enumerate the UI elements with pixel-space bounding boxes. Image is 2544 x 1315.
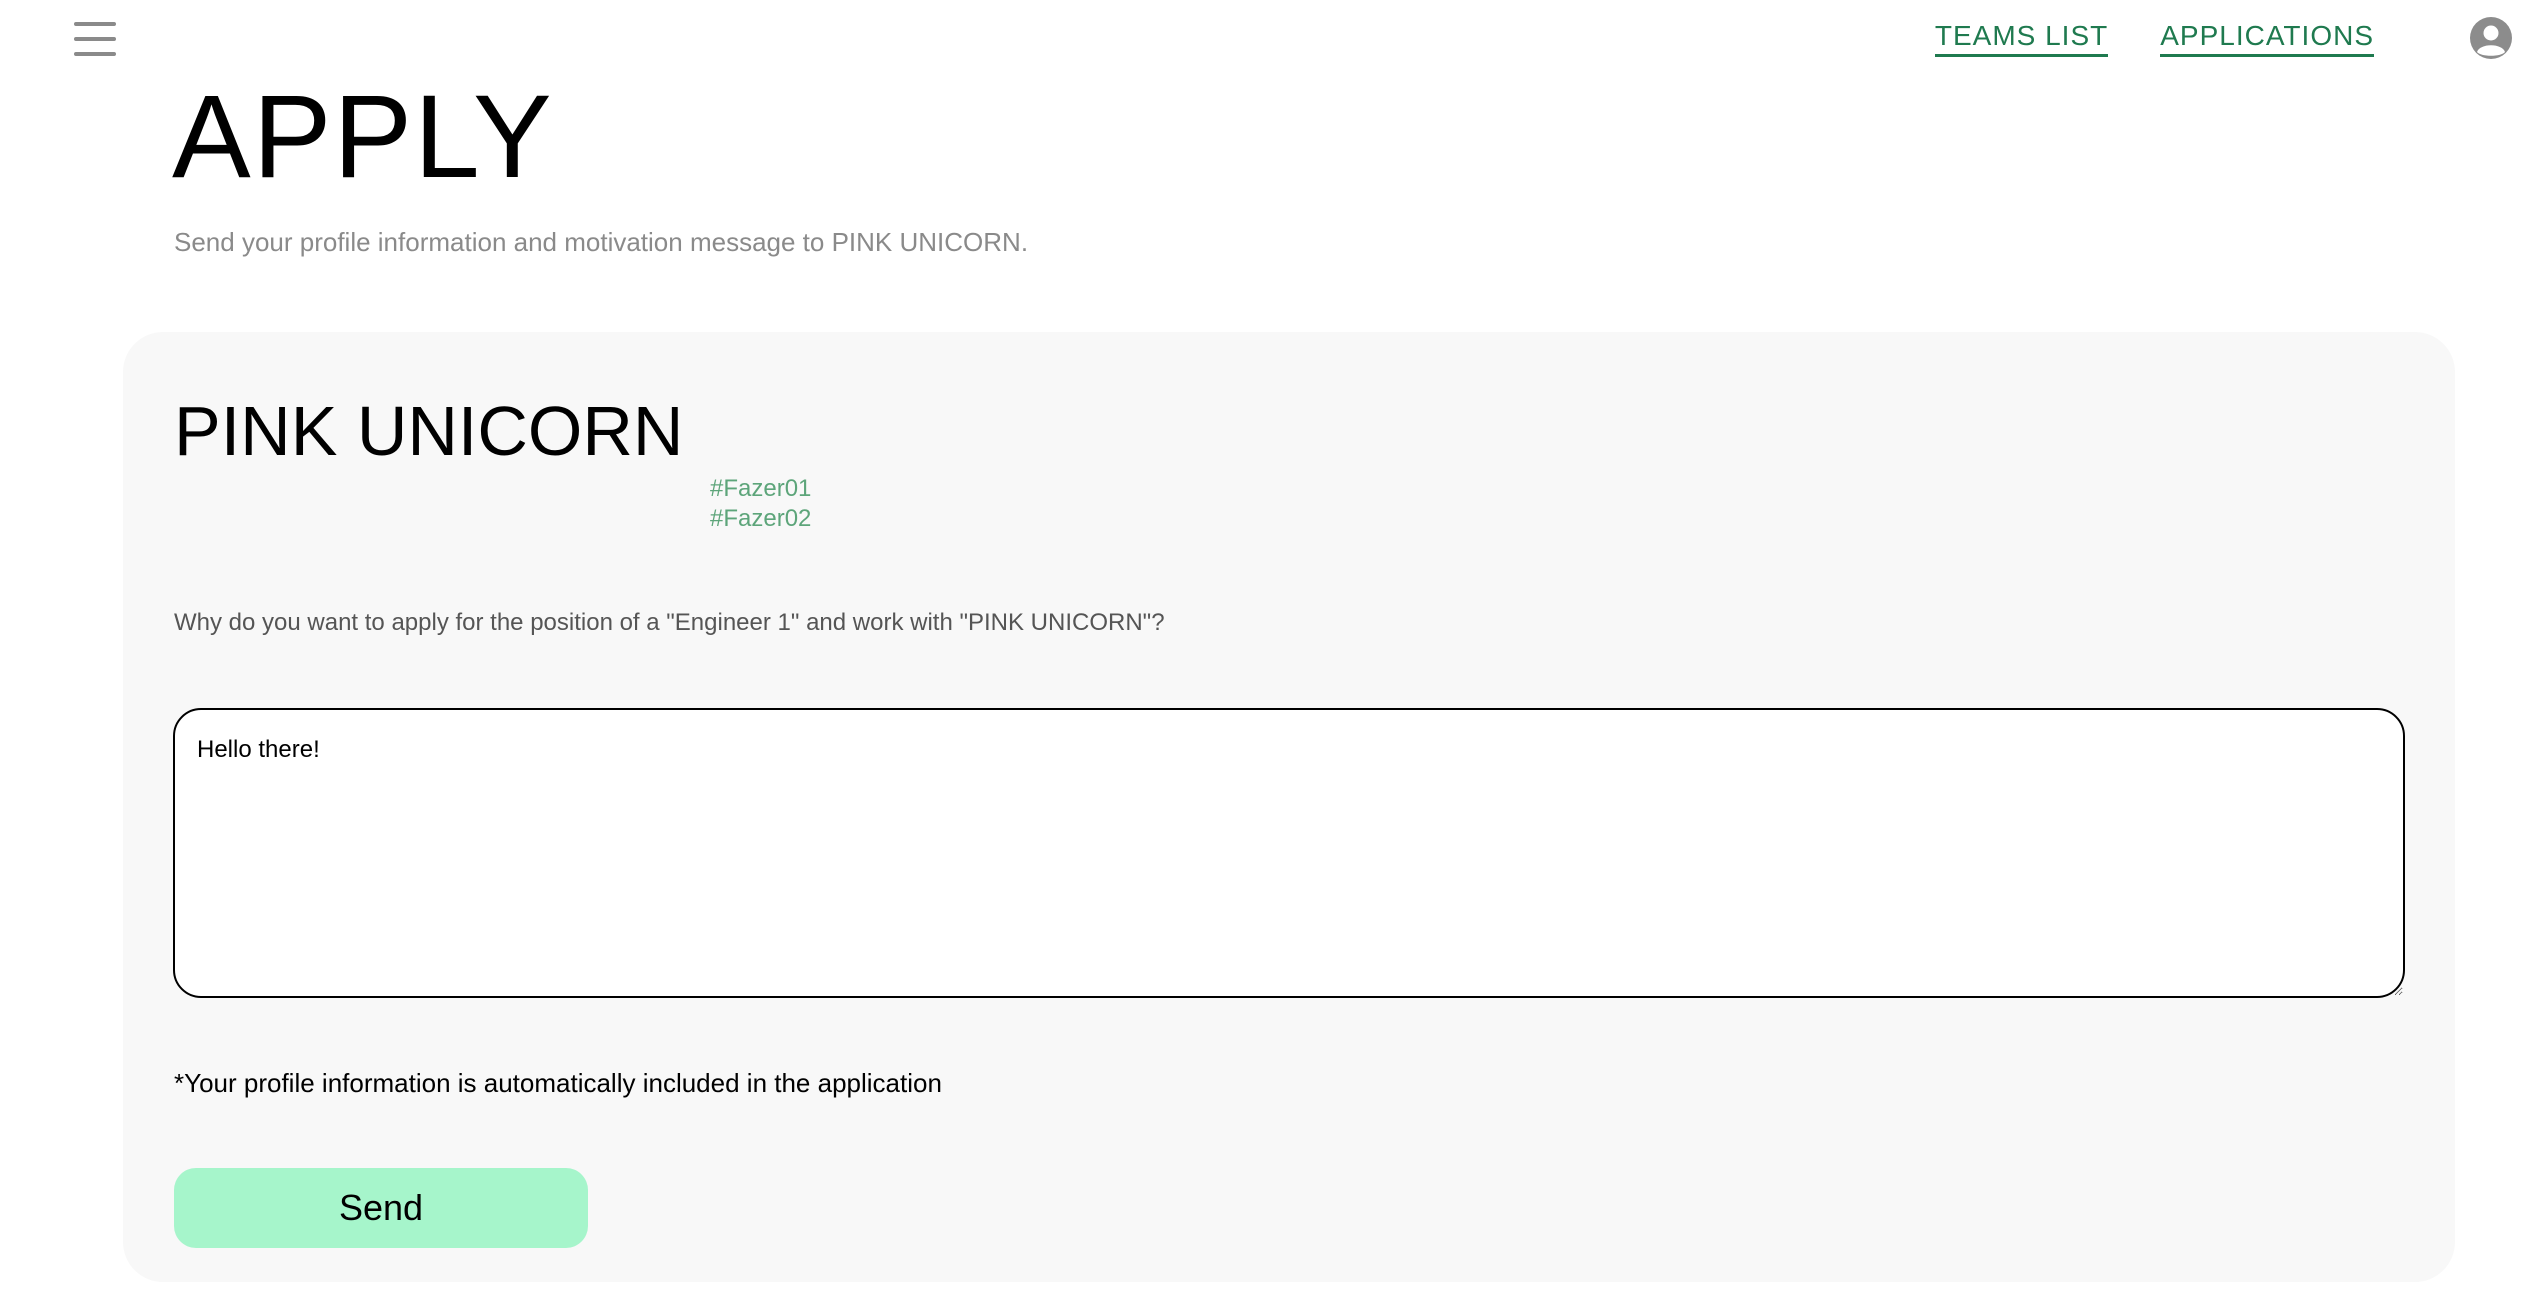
top-nav: TEAMS LIST APPLICATIONS bbox=[1934, 20, 2374, 57]
profile-info-note: *Your profile information is automatical… bbox=[174, 1068, 942, 1098]
application-card: PINK UNICORN #Fazer01 #Fazer02 Why do yo… bbox=[123, 332, 2455, 1282]
nav-link-applications[interactable]: APPLICATIONS bbox=[2160, 20, 2374, 57]
user-account-icon[interactable] bbox=[2470, 17, 2512, 59]
team-name: PINK UNICORN bbox=[174, 392, 684, 470]
motivation-message-input[interactable]: Hello there! bbox=[173, 708, 2405, 998]
menu-line bbox=[74, 22, 116, 26]
motivation-question: Why do you want to apply for the positio… bbox=[174, 609, 1165, 636]
page-subtitle: Send your profile information and motiva… bbox=[174, 227, 1029, 257]
page-title: APPLY bbox=[172, 71, 554, 203]
send-button[interactable]: Send bbox=[174, 1168, 588, 1248]
nav-link-teams-list[interactable]: TEAMS LIST bbox=[1934, 20, 2109, 57]
apply-page: TEAMS LIST APPLICATIONS APPLY Send your … bbox=[0, 0, 2544, 1315]
hamburger-menu-icon[interactable] bbox=[74, 22, 116, 56]
menu-line bbox=[74, 52, 116, 56]
menu-line bbox=[74, 37, 116, 41]
team-tag: #Fazer01 bbox=[710, 475, 812, 502]
team-tags: #Fazer01 #Fazer02 bbox=[710, 474, 811, 534]
team-tag: #Fazer02 bbox=[710, 505, 812, 532]
